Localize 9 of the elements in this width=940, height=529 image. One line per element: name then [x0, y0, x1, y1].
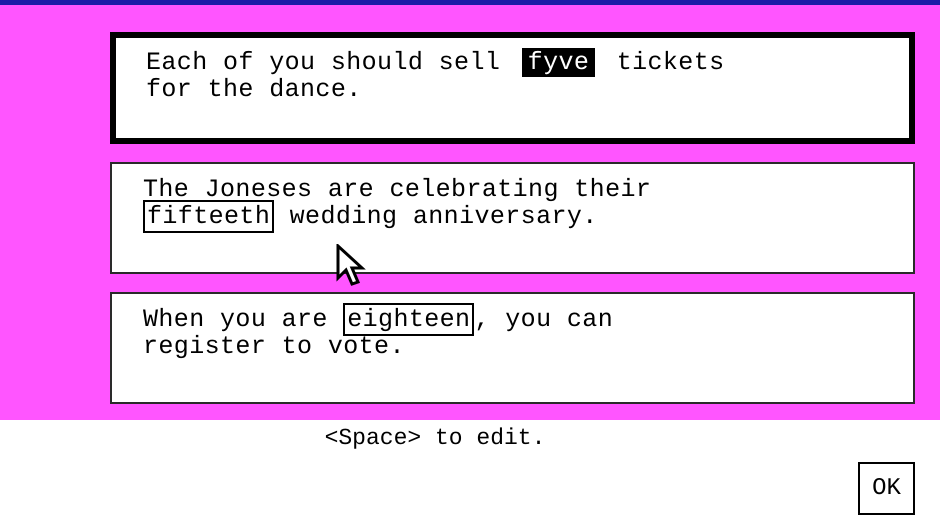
sentence-text: When you are eighteen , you can register to vote.: [143, 306, 614, 360]
sentence-text: The Joneses are celebrating their fifteeth wedding anniversary.: [143, 176, 652, 230]
sentence-card[interactable]: When you are eighteen , you can register to vote.: [110, 292, 915, 404]
mouse-pointer-icon: [336, 244, 368, 288]
ok-button[interactable]: OK: [858, 462, 915, 515]
sentence-card[interactable]: The Joneses are celebrating their fifteeth wedding anniversary.: [110, 162, 915, 274]
hint-text: <Space> to edit.: [324, 424, 546, 452]
sentence-text: Each of you should sell fyve tickets for the dance.: [146, 49, 725, 103]
sentence-card[interactable]: Each of you should sell fyve tickets for the dance.: [110, 32, 915, 144]
